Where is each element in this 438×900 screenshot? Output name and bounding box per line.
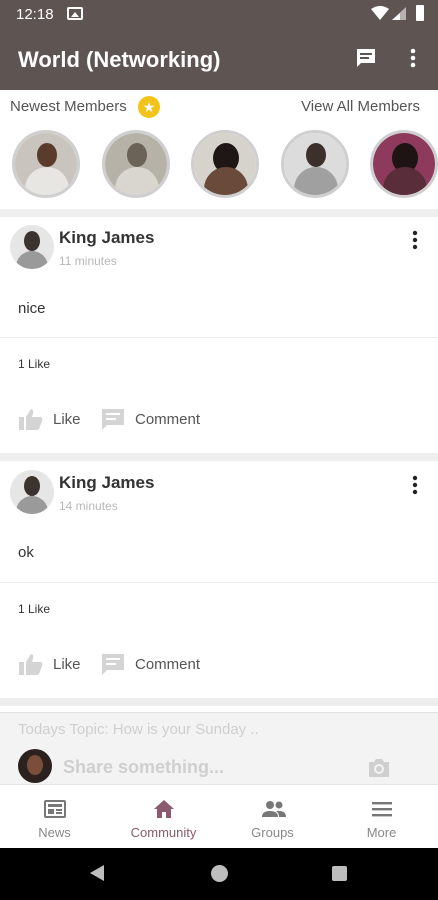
newest-members-label: Newest Members [10,98,127,115]
nav-label: More [366,825,397,840]
nav-news[interactable]: News [0,785,109,849]
star-icon: ★ [138,96,160,118]
member-avatar[interactable] [370,130,438,198]
like-label: Like [53,411,81,428]
post-composer: Todays Topic: How is your Sunday .. Shar… [0,712,438,784]
status-time: 12:18 [16,6,54,23]
status-bar: 12:18 [0,0,438,28]
people-icon [262,801,286,817]
wifi-icon [371,6,389,20]
battery-icon [416,5,424,21]
nav-label: Community [130,825,197,840]
post-time: 11 minutes [59,254,117,268]
post-card: King James 11 minutes nice 1 Like Like C… [0,217,438,453]
comment-label: Comment [135,656,201,673]
chat-icon[interactable] [354,46,378,70]
thumbs-up-icon [19,409,43,430]
member-avatar[interactable] [12,130,80,198]
home-icon [154,800,174,818]
like-count[interactable]: 1 Like [18,602,50,616]
post-options-icon[interactable] [408,229,422,251]
post-separator [0,582,438,583]
share-input[interactable]: Share something... [63,757,224,778]
system-navigation-bar [0,848,438,900]
signal-icon [392,7,406,20]
nav-label: News [38,825,71,840]
bottom-navigation: News Community Groups More [0,784,438,848]
nav-label: Groups [251,825,294,840]
recent-apps-icon[interactable] [332,866,347,881]
post-separator [0,337,438,338]
comment-button[interactable]: Comment [101,652,211,678]
member-avatar[interactable] [102,130,170,198]
app-bar: World (Networking) [0,28,438,90]
todays-topic: Todays Topic: How is your Sunday .. [18,721,259,738]
newest-members-header: Newest Members ★ View All Members [0,90,438,126]
newspaper-icon [44,800,66,818]
comment-icon [102,654,124,675]
member-avatar[interactable] [191,130,259,198]
author-name[interactable]: King James [59,228,154,248]
author-avatar[interactable] [10,470,54,514]
home-button-icon[interactable] [211,865,228,882]
nav-community[interactable]: Community [109,785,218,849]
menu-icon [372,802,392,817]
thumbs-up-icon [19,654,43,675]
author-avatar[interactable] [10,225,54,269]
page-title: World (Networking) [18,47,221,72]
nav-groups[interactable]: Groups [218,785,327,849]
section-divider [0,453,438,461]
image-notification-icon [67,7,83,20]
post-card: King James 14 minutes ok 1 Like Like Com… [0,462,438,698]
like-count[interactable]: 1 Like [18,357,50,371]
more-vert-icon[interactable] [403,46,423,70]
user-avatar [18,749,52,783]
member-avatars-row [0,130,438,202]
section-divider [0,698,438,706]
post-options-icon[interactable] [408,474,422,496]
like-button[interactable]: Like [18,652,88,678]
like-button[interactable]: Like [18,407,88,433]
like-label: Like [53,656,81,673]
post-time: 14 minutes [59,499,118,513]
camera-icon[interactable] [367,757,391,779]
member-avatar[interactable] [281,130,349,198]
back-icon[interactable] [90,865,104,881]
view-all-members-link[interactable]: View All Members [301,98,420,115]
comment-label: Comment [135,411,201,428]
author-name[interactable]: King James [59,473,154,493]
post-text: nice [18,300,46,317]
comment-button[interactable]: Comment [101,407,211,433]
section-divider [0,209,438,217]
post-text: ok [18,544,34,561]
comment-icon [102,409,124,430]
nav-more[interactable]: More [327,785,436,849]
